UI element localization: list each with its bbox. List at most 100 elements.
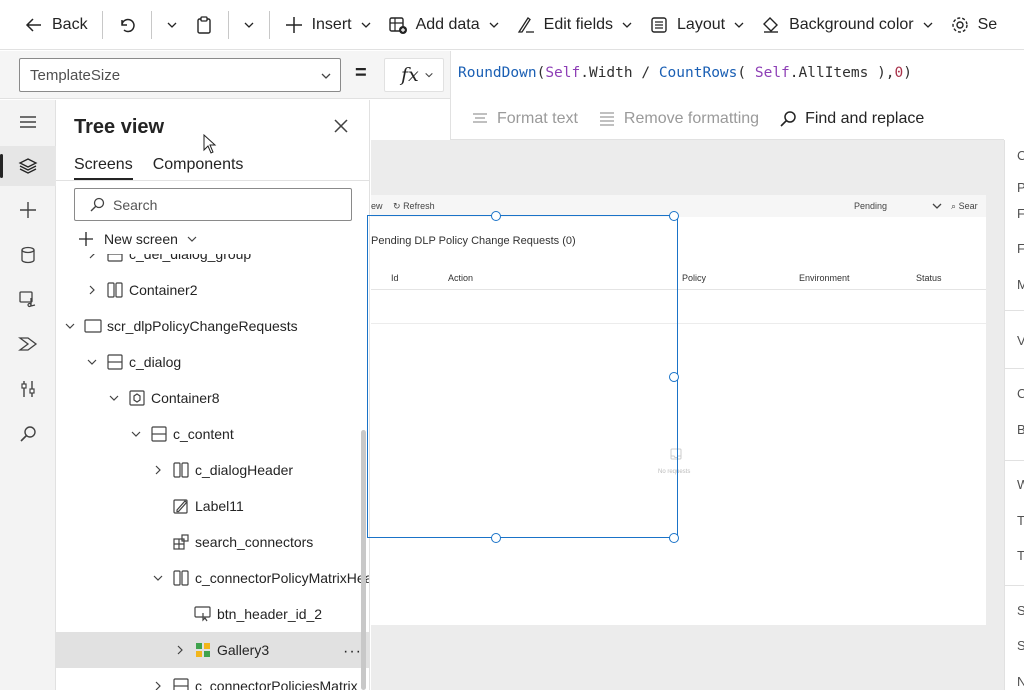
mouse-cursor-icon: [203, 134, 217, 154]
tree-item[interactable]: c_connectorPolicyMatrixHeader: [56, 560, 369, 596]
edit-fields-label: Edit fields: [543, 15, 614, 33]
tree-view-title: Tree view: [74, 116, 165, 138]
tree-item[interactable]: scr_dlpPolicyChangeRequests: [56, 308, 369, 344]
tab-screens[interactable]: Screens: [74, 156, 133, 180]
chevron-right-icon[interactable]: [174, 644, 186, 656]
gallery-icon: [196, 643, 210, 657]
find-replace-button[interactable]: Find and replace: [779, 110, 924, 128]
formula-token: ): [903, 65, 913, 81]
screen-icon: [84, 319, 102, 333]
tree-item[interactable]: Container8: [56, 380, 369, 416]
chevron-down-icon[interactable]: [931, 200, 943, 212]
data-rail-button[interactable]: [0, 235, 56, 275]
tree-item[interactable]: Label11: [56, 488, 369, 524]
tree-item[interactable]: c_del_dialog_group: [56, 254, 369, 272]
app-search-label: Sear: [958, 201, 978, 211]
remove-formatting-button[interactable]: Remove formatting: [598, 110, 759, 128]
tree-item[interactable]: c_connectorPoliciesMatrix: [56, 668, 369, 690]
settings-button[interactable]: Se: [942, 0, 1006, 49]
gallery-selection-box[interactable]: [367, 211, 679, 543]
fx-icon: fx: [401, 64, 419, 86]
new-screen-button[interactable]: New screen: [78, 231, 198, 247]
paste-button[interactable]: [186, 0, 222, 49]
tree-item[interactable]: c_dialogHeader: [56, 452, 369, 488]
property-label: P: [1017, 180, 1024, 195]
layout-label: Layout: [677, 15, 726, 33]
more-options-icon[interactable]: ···: [343, 643, 362, 661]
resize-handle-top[interactable]: [491, 211, 501, 221]
chevron-down-icon[interactable]: [130, 428, 142, 440]
resize-handle-right[interactable]: [669, 372, 679, 382]
tree-view-panel: Tree view Screens Components Search New …: [56, 100, 370, 690]
formula-token: CountRows: [658, 65, 738, 81]
chevron-right-icon[interactable]: [152, 680, 164, 690]
search-rail-button[interactable]: [0, 414, 56, 454]
edit-fields-icon: [517, 16, 534, 33]
resize-handle-bottom-right[interactable]: [669, 533, 679, 543]
chevron-right-icon[interactable]: [86, 284, 98, 296]
advanced-tools-rail-button[interactable]: [0, 369, 56, 409]
view-link[interactable]: ew: [371, 201, 383, 211]
chevron-down-icon[interactable]: [64, 320, 76, 332]
chevron-down-icon: [244, 22, 254, 28]
chevron-down-icon: [425, 72, 433, 78]
app-search[interactable]: ⌕ Sear: [951, 201, 978, 212]
paste-dropdown-button[interactable]: [235, 0, 263, 49]
properties-panel: CPFFMVCBWTTSSN: [1004, 140, 1024, 690]
column-header-environment[interactable]: Environment: [799, 273, 850, 283]
tree-search-input[interactable]: Search: [74, 188, 352, 221]
insert-button[interactable]: Insert: [276, 0, 380, 49]
property-dropdown[interactable]: TemplateSize: [19, 58, 341, 92]
insert-rail-button[interactable]: [0, 190, 56, 230]
formula-input[interactable]: RoundDown(Self.Width / CountRows( Self.A…: [450, 51, 1024, 99]
chevron-down-icon: [622, 22, 632, 28]
column-header-status[interactable]: Status: [916, 273, 942, 283]
layout-button[interactable]: Layout: [641, 0, 753, 49]
status-filter-dropdown[interactable]: Pending: [854, 201, 887, 211]
fx-button[interactable]: fx: [384, 58, 444, 92]
media-rail-button[interactable]: [0, 279, 56, 319]
tree-view-button[interactable]: [0, 146, 56, 186]
tree-item-label: c_content: [173, 426, 234, 442]
property-label: N: [1017, 674, 1024, 689]
chevron-down-icon: [734, 22, 744, 28]
tab-components[interactable]: Components: [153, 156, 244, 180]
column-header-policy[interactable]: Policy: [682, 273, 706, 283]
find-replace-label: Find and replace: [805, 110, 925, 127]
tree-scrollbar[interactable]: [361, 430, 366, 690]
property-label: W: [1017, 477, 1024, 492]
tree-item-label: btn_header_id_2: [217, 606, 323, 622]
chevron-down-icon[interactable]: [152, 572, 164, 584]
formula-token: (: [536, 65, 546, 81]
tree-item[interactable]: Gallery3 ···: [56, 632, 369, 668]
formula-token: Self: [754, 65, 790, 81]
power-automate-rail-button[interactable]: [0, 324, 56, 364]
chevron-down-icon[interactable]: [108, 392, 120, 404]
search-icon: [20, 426, 36, 442]
tree-item[interactable]: search_connectors: [56, 524, 369, 560]
tree-item[interactable]: Container2: [56, 272, 369, 308]
close-icon[interactable]: [332, 117, 350, 135]
resize-handle-top-right[interactable]: [669, 211, 679, 221]
settings-label: Se: [977, 15, 998, 33]
edit-fields-button[interactable]: Edit fields: [508, 0, 641, 49]
chevron-down-icon[interactable]: [86, 356, 98, 368]
tree-item[interactable]: btn_header_id_2: [56, 596, 369, 632]
vertical-container-icon: [107, 354, 123, 370]
hamburger-button[interactable]: [0, 102, 56, 142]
chevron-right-icon[interactable]: [152, 464, 164, 476]
tree-item[interactable]: c_content: [56, 416, 369, 452]
chevron-right-icon[interactable]: [86, 254, 98, 260]
tree-item[interactable]: c_dialog: [56, 344, 369, 380]
format-text-button[interactable]: Format text: [471, 110, 578, 128]
resize-handle-bottom[interactable]: [491, 533, 501, 543]
search-icon: [780, 111, 796, 127]
back-button[interactable]: Back: [0, 0, 96, 49]
property-label: C: [1017, 386, 1024, 401]
refresh-button[interactable]: ↻ Refresh: [393, 201, 435, 212]
undo-button[interactable]: [109, 0, 145, 49]
formula-token: 0: [894, 65, 904, 81]
background-color-button[interactable]: Background color: [753, 0, 942, 49]
undo-dropdown-button[interactable]: [158, 0, 186, 49]
add-data-button[interactable]: Add data: [380, 0, 508, 49]
